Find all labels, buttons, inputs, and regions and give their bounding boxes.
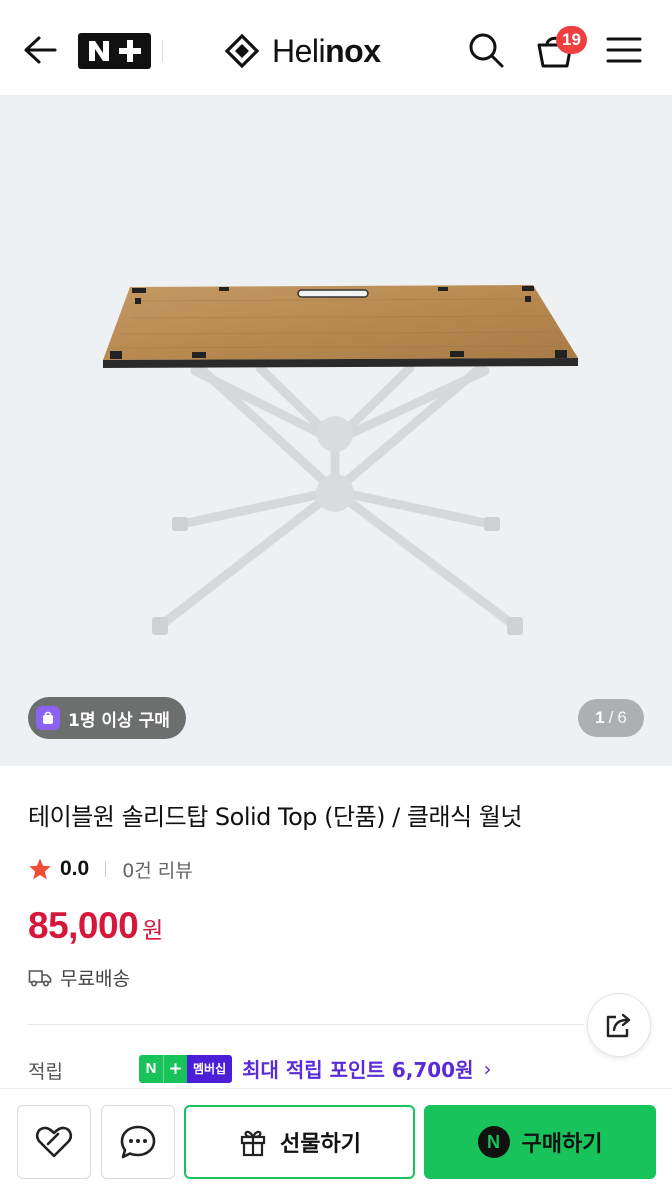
- nplus-logo-mark: [88, 40, 141, 62]
- share-button[interactable]: [587, 993, 651, 1057]
- star-icon: [29, 858, 51, 880]
- nplus-plus-mark: +: [163, 1054, 187, 1083]
- price-currency: 원: [142, 918, 164, 944]
- nplus-n-mark: N: [139, 1054, 163, 1083]
- helinox-diamond-icon: [224, 33, 260, 69]
- review-count[interactable]: 0건 리뷰: [122, 856, 193, 883]
- price-row: 85,000 원: [28, 905, 163, 947]
- search-icon: [469, 33, 504, 68]
- purchase-count-badge: 1명 이상 구매: [28, 697, 186, 739]
- gift-icon: [240, 1130, 266, 1157]
- section-divider: [28, 1024, 584, 1025]
- nplus-membership-badge: N + 멤버십: [139, 1054, 233, 1083]
- share-icon: [606, 1013, 631, 1038]
- chat-bubble-icon: [120, 1125, 156, 1159]
- points-label: 적립: [28, 1061, 63, 1083]
- wishlist-button[interactable]: [17, 1105, 91, 1179]
- max-points-text: 최대 적립 포인트 6,700원: [242, 1058, 474, 1082]
- delivery-truck-icon: [28, 969, 52, 987]
- back-button[interactable]: [20, 30, 60, 70]
- image-pager: 1 / 6: [578, 699, 644, 737]
- menu-button[interactable]: [604, 32, 644, 68]
- brand-suffix: nox: [325, 32, 381, 69]
- buy-button-label: 구매하기: [521, 1132, 603, 1157]
- price-value: 85,000: [28, 905, 139, 946]
- product-image-carousel[interactable]: [0, 96, 672, 766]
- cart-count-badge: 19: [556, 26, 587, 54]
- shipping-label: 무료배송: [60, 968, 130, 990]
- naver-pay-n-icon: N: [477, 1126, 510, 1158]
- shopping-bag-icon: [36, 706, 60, 730]
- arrow-left-icon: [24, 36, 57, 64]
- rating-row[interactable]: 0.0 0건 리뷰: [28, 854, 193, 884]
- pager-separator: /: [608, 708, 614, 727]
- search-button[interactable]: [466, 30, 506, 70]
- points-info[interactable]: N + 멤버십 최대 적립 포인트 6,700원 ›: [139, 1054, 491, 1083]
- header-divider: [162, 40, 163, 62]
- chevron-right-icon: ›: [483, 1056, 492, 1081]
- purchase-count-text: 1명 이상 구매: [68, 710, 170, 731]
- brand-name: Helinox: [272, 33, 381, 70]
- shipping-row: 무료배송: [28, 964, 130, 991]
- brand-logo[interactable]: Helinox: [224, 28, 381, 74]
- heart-icon: [35, 1126, 73, 1158]
- product-image-table: [103, 285, 578, 635]
- product-title: 테이블원 솔리드탑 Solid Top (단품) / 클래식 월넛: [28, 803, 522, 831]
- buy-button[interactable]: N 구매하기: [424, 1105, 656, 1179]
- brand-prefix: Heli: [272, 32, 326, 69]
- nplus-logo[interactable]: [78, 33, 151, 69]
- chat-button[interactable]: [101, 1105, 175, 1179]
- pager-current: 1: [595, 708, 605, 727]
- top-header: Helinox 19: [0, 0, 672, 96]
- gift-button[interactable]: 선물하기: [184, 1105, 415, 1179]
- membership-badge-text: 멤버십: [187, 1054, 233, 1083]
- rating-divider: [105, 861, 107, 877]
- gift-button-label: 선물하기: [280, 1132, 361, 1157]
- pager-total: 6: [617, 708, 627, 727]
- hamburger-menu-icon: [606, 37, 642, 63]
- rating-value: 0.0: [60, 857, 90, 880]
